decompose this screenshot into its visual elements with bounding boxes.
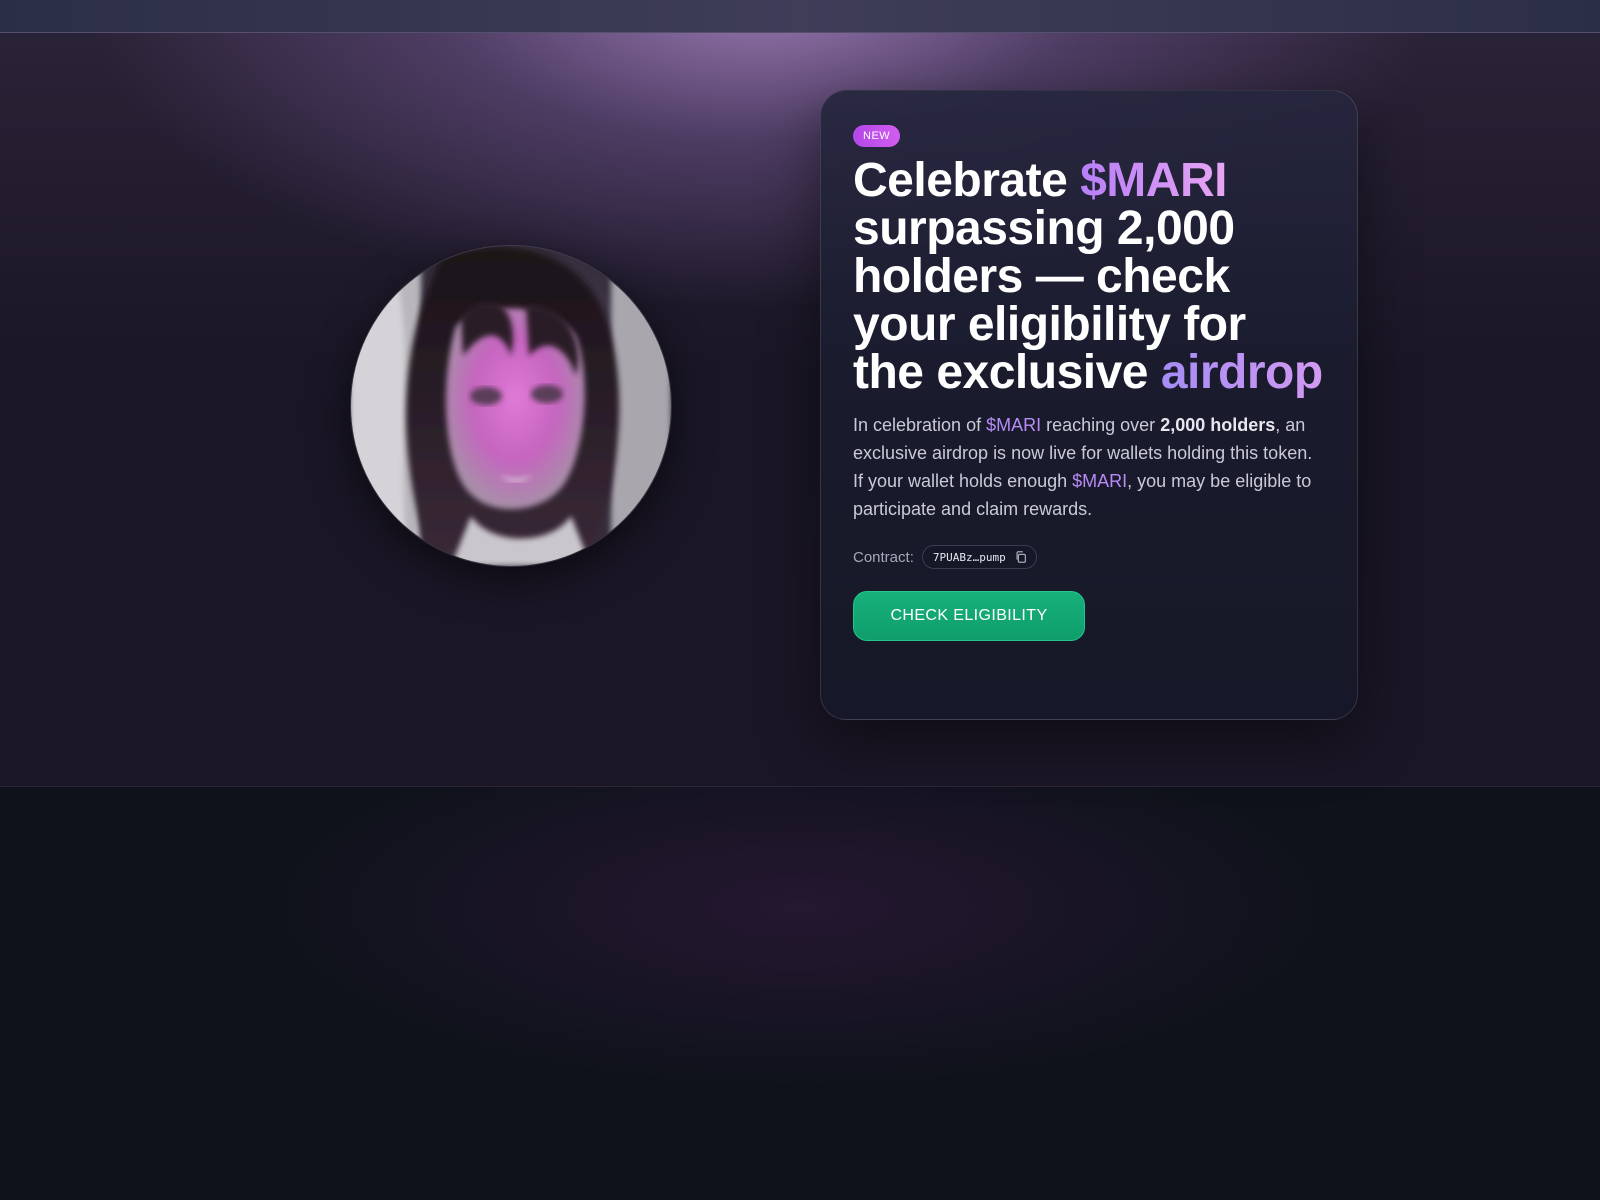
contract-label: Contract: xyxy=(853,548,914,566)
headline-ticker: $MARI xyxy=(1080,154,1227,207)
hero-section xyxy=(0,33,1600,787)
new-badge: NEW xyxy=(853,125,901,147)
page-title: Celebrate $MARI surpassing 2,000 holders… xyxy=(853,157,1325,397)
check-eligibility-button[interactable]: CHECK ELIGIBILITY xyxy=(853,591,1085,641)
headline-accent-airdrop: airdrop xyxy=(1160,346,1323,399)
avatar-image xyxy=(351,246,671,566)
description-text: reaching over xyxy=(1041,415,1161,435)
description-text: In celebration of xyxy=(853,415,987,435)
description: In celebration of $MARI reaching over 2,… xyxy=(853,411,1325,523)
copy-icon[interactable] xyxy=(1014,550,1028,564)
contract-address-pill[interactable]: 7PUABz…pump xyxy=(921,545,1037,569)
contract-row: Contract: 7PUABz…pump xyxy=(853,545,1325,569)
contract-address: 7PUABz…pump xyxy=(932,550,1006,564)
airdrop-card: NEW Celebrate $MARI surpassing 2,000 hol… xyxy=(820,90,1358,720)
lower-section xyxy=(0,787,1600,1200)
top-bar xyxy=(0,0,1600,33)
headline-text-1: Celebrate xyxy=(853,154,1081,207)
description-ticker: $MARI xyxy=(1072,471,1128,491)
token-avatar xyxy=(350,245,672,567)
description-holders: 2,000 holders xyxy=(1160,415,1276,435)
description-ticker: $MARI xyxy=(986,415,1042,435)
